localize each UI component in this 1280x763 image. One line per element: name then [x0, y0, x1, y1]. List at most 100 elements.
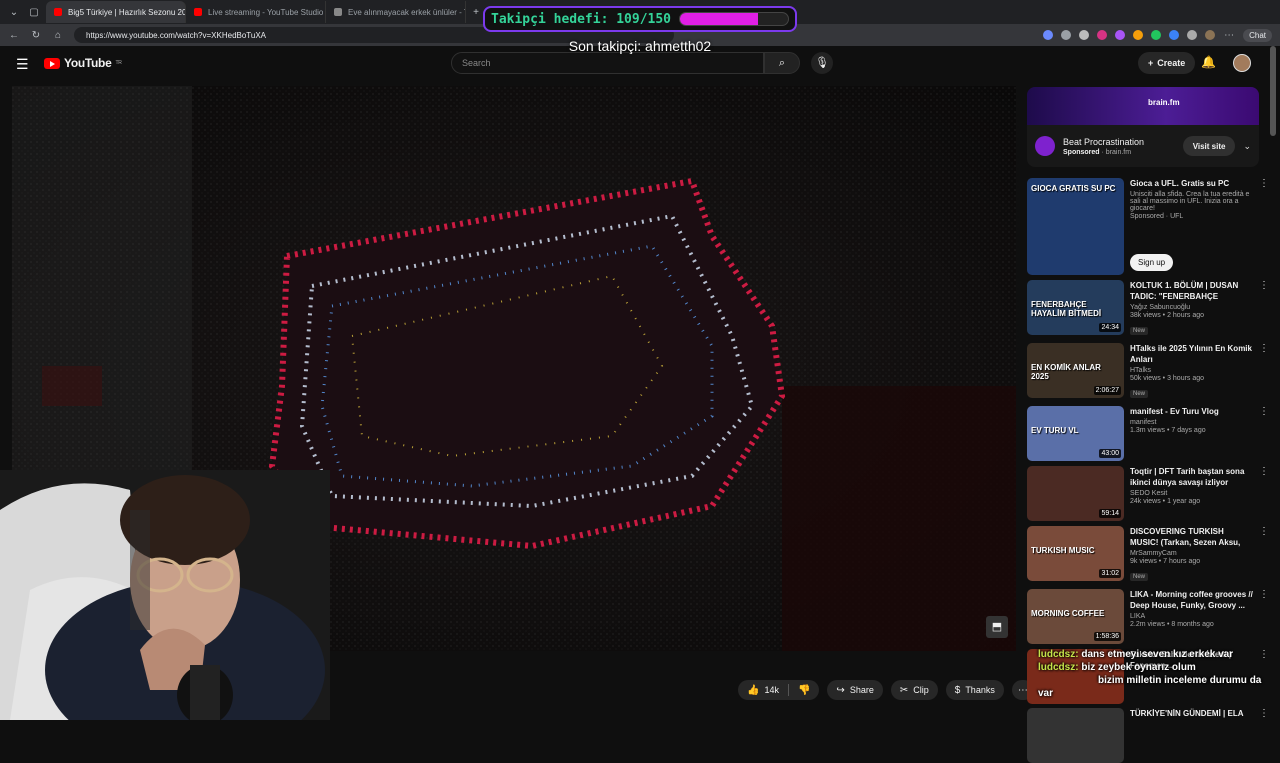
recommendation-title[interactable]: Gioca a UFL. Gratis su PC — [1130, 178, 1253, 189]
channel-name[interactable]: Unisciti alla sfida. Crea la tua eredità… — [1130, 191, 1253, 212]
chat-overlay: ludcdsz: dans etmeyi seven kız erkek var… — [1038, 648, 1278, 700]
ad-brand-text: brain.fm — [1148, 98, 1180, 107]
youtube-logo[interactable]: YouTube TR — [44, 56, 122, 70]
youtube-play-icon — [44, 57, 60, 69]
recommendation-item[interactable]: MORNING COFFEE 1:58:36 LIKA - Morning coff… — [1027, 589, 1269, 644]
more-vert-icon[interactable]: ⋮ — [1259, 280, 1269, 337]
search-input[interactable]: Search — [451, 52, 764, 74]
ad-info: Beat Procrastination Sponsored · brain.f… — [1027, 125, 1259, 167]
recommendation-item[interactable]: FENERBAHÇE HAYALİM BİTMEDİ 24:34 KOLTUK 1.… — [1027, 280, 1269, 337]
ad-banner[interactable]: brain.fm — [1027, 87, 1259, 125]
logo-country: TR — [115, 60, 122, 66]
notifications-bell-icon[interactable]: 🔔 — [1201, 55, 1216, 69]
thumbs-down-icon[interactable]: 👎 — [798, 685, 810, 696]
visit-site-button[interactable]: Visit site — [1182, 136, 1236, 156]
share-button[interactable]: ↪ Share — [827, 680, 883, 700]
create-label: Create — [1157, 58, 1186, 68]
video-thumbnail[interactable]: MORNING COFFEE 1:58:36 — [1027, 589, 1124, 644]
follower-goal-label: Takipçi hedefi: 109/150 — [491, 11, 672, 27]
more-vert-icon[interactable]: ⋮ — [1259, 178, 1269, 275]
thumbs-up-icon: 👍 — [747, 684, 760, 696]
webcam-image — [0, 470, 330, 720]
hamburger-menu-icon[interactable]: ☰ — [16, 56, 29, 73]
scissors-icon: ✂ — [899, 684, 909, 696]
chevron-down-icon[interactable]: ⌄ — [1243, 141, 1251, 152]
thumbnail-text: GIOCA GRATIS SU PC — [1031, 184, 1116, 193]
channel-name[interactable]: MrSammyCam — [1130, 550, 1253, 557]
chat-message: ludcdsz: biz zeybek oynarız olum — [1038, 661, 1278, 674]
recommendation-item[interactable]: TURKISH MUSIC 31:02 DISCOVERING TURKISH MU… — [1027, 526, 1269, 583]
channel-name[interactable]: manifest — [1130, 419, 1253, 426]
sign-up-button[interactable]: Sign up — [1130, 254, 1174, 271]
create-button[interactable]: + Create — [1138, 52, 1196, 74]
tab-label: Big5 Türkiye | Hazırlık Sezonu 20.. — [68, 7, 186, 17]
clip-label: Clip — [913, 685, 929, 695]
account-avatar[interactable] — [1233, 54, 1251, 72]
recommendation-title[interactable]: HTalks ile 2025 Yılının En Komik Anları — [1130, 343, 1253, 365]
duration-badge: 2:06:27 — [1093, 386, 1121, 395]
view-stats: 2.2m views • 8 months ago — [1130, 621, 1214, 628]
view-stats: 50k views • 3 hours ago — [1130, 375, 1205, 382]
video-thumbnail[interactable]: TURKISH MUSIC 31:02 — [1027, 526, 1124, 581]
thumbnail-text: MORNING COFFEE — [1031, 609, 1105, 618]
chat-username: ludcdsz: — [1038, 649, 1079, 660]
recommendation-title[interactable]: Toqtir | DFT Tarih baştan sona ikinci dü… — [1130, 466, 1253, 488]
clip-button[interactable]: ✂ Clip — [890, 680, 938, 700]
duration-badge: 1:58:36 — [1093, 632, 1121, 641]
recommendation-title[interactable]: manifest - Ev Turu Vlog — [1130, 406, 1253, 417]
recommendation-meta: manifest - Ev Turu Vlog manifest 1.3m view… — [1130, 406, 1253, 461]
recommendation-meta: Toqtir | DFT Tarih baştan sona ikinci dü… — [1130, 466, 1253, 521]
page-scrollbar[interactable] — [1270, 46, 1276, 136]
thanks-label: Thanks — [965, 685, 995, 695]
video-thumbnail[interactable]: EV TURU VL 43:00 — [1027, 406, 1124, 461]
tab-controls: ⌄ ▢ — [0, 7, 46, 18]
recommendation-title[interactable]: TÜRKİYE'NİN GÜNDEMİ | ELA — [1130, 708, 1253, 719]
microphone-icon[interactable]: 🎙 — [811, 52, 833, 74]
recommendation-item[interactable]: EN KOMİK ANLAR 2025 2:06:27 HTalks ile 202… — [1027, 343, 1269, 400]
workspaces-icon[interactable]: ▢ — [28, 7, 40, 18]
like-button[interactable]: 👍 14k 👎 — [738, 680, 820, 700]
view-stats: 9k views • 7 hours ago — [1130, 558, 1201, 565]
recommendation-item[interactable]: TÜRKİYE'NİN GÜNDEMİ | ELA ⋮ — [1027, 708, 1269, 763]
more-vert-icon[interactable]: ⋮ — [1259, 406, 1269, 461]
recommendation-title[interactable]: LIKA - Morning coffee grooves // Deep Ho… — [1130, 589, 1253, 611]
more-vert-icon[interactable]: ⋮ — [1259, 526, 1269, 583]
ad-logo[interactable] — [1035, 136, 1055, 156]
video-thumbnail[interactable]: GIOCA GRATIS SU PC — [1027, 178, 1124, 275]
tab-label: Eve alınmayacak erkek ünlüler - Tü — [348, 7, 466, 17]
recommendation-title[interactable]: DISCOVERING TURKISH MUSIC! (Tarkan, Seze… — [1130, 526, 1253, 548]
chat-text: var — [1038, 688, 1054, 699]
recommendation-title[interactable]: KOLTUK 1. BÖLÜM | DUSAN TADIC: "FENERBAH… — [1130, 280, 1253, 302]
divider — [787, 684, 789, 696]
tab-search-icon[interactable]: ⌄ — [8, 7, 20, 18]
chat-message: bizim milletin inceleme durumu da — [1098, 674, 1278, 687]
channel-name[interactable]: LIKA — [1130, 613, 1253, 620]
tab-big5[interactable]: Big5 Türkiye | Hazırlık Sezonu 20.. ✕ — [46, 1, 186, 23]
channel-name[interactable]: Yağız Sabuncuoğlu — [1130, 304, 1253, 311]
more-vert-icon[interactable]: ⋮ — [1259, 708, 1269, 763]
youtube-favicon-icon — [194, 8, 202, 16]
more-vert-icon[interactable]: ⋮ — [1259, 589, 1269, 644]
channel-name[interactable]: HTalks — [1130, 367, 1253, 374]
recommendation-item[interactable]: 59:14 Toqtir | DFT Tarih baştan sona ikin… — [1027, 466, 1269, 521]
view-stats: 24k views • 1 year ago — [1130, 498, 1201, 505]
new-tab-icon[interactable]: + — [470, 7, 482, 18]
video-thumbnail[interactable]: 59:14 — [1027, 466, 1124, 521]
ad-title[interactable]: Beat Procrastination — [1063, 137, 1144, 147]
follower-goal-widget: Takipçi hedefi: 109/150 — [483, 6, 797, 32]
video-thumbnail[interactable]: EN KOMİK ANLAR 2025 2:06:27 — [1027, 343, 1124, 398]
recommendation-meta: HTalks ile 2025 Yılının En Komik Anları H… — [1130, 343, 1253, 400]
channel-watermark-icon[interactable]: ⬒ — [986, 616, 1008, 638]
video-thumbnail[interactable] — [1027, 708, 1124, 763]
thanks-button[interactable]: $ Thanks — [945, 680, 1004, 700]
video-thumbnail[interactable]: FENERBAHÇE HAYALİM BİTMEDİ 24:34 — [1027, 280, 1124, 335]
more-vert-icon[interactable]: ⋮ — [1259, 466, 1269, 521]
recommendation-item[interactable]: GIOCA GRATIS SU PC Gioca a UFL. Gratis su… — [1027, 178, 1269, 275]
recommendation-item[interactable]: EV TURU VL 43:00 manifest - Ev Turu Vlog ma… — [1027, 406, 1269, 461]
search-icon[interactable]: ⌕ — [764, 52, 800, 74]
tab-studio[interactable]: Live streaming - YouTube Studio ✕ — [186, 1, 326, 23]
more-vert-icon[interactable]: ⋮ — [1259, 343, 1269, 400]
tab-unluler[interactable]: Eve alınmayacak erkek ünlüler - Tü ✕ — [326, 1, 466, 23]
channel-name[interactable]: SEDO Kesit — [1130, 490, 1253, 497]
chat-text: dans etmeyi seven kız erkek var — [1081, 649, 1234, 660]
